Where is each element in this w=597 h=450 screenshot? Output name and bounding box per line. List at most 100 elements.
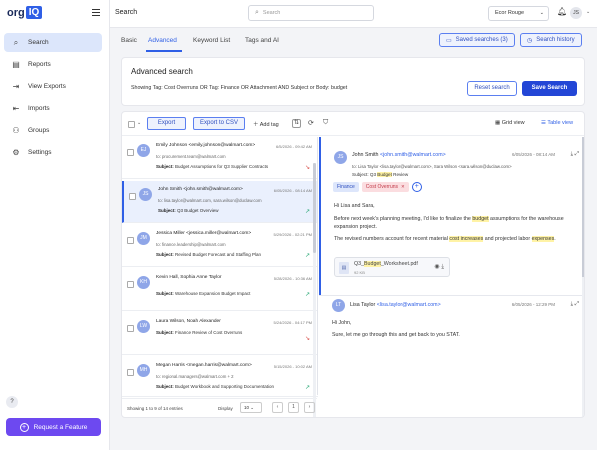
expand-icon[interactable]: ⤢ [575, 151, 579, 157]
trend-up-icon: ↗ [304, 292, 310, 298]
row-checkbox[interactable] [127, 237, 134, 244]
sidebar-item-view-exports[interactable]: ⇥ View Exports [4, 77, 102, 96]
sidebar-item-groups[interactable]: ⚇ Groups [4, 121, 102, 140]
sidebar-item-imports[interactable]: ⇤ Imports [4, 99, 102, 118]
next-page-button[interactable]: › [304, 402, 315, 413]
attachment-name-b: _Worksheet.pdf [380, 261, 418, 267]
reply-from-name: Lisa Taylor [350, 302, 376, 308]
list-item[interactable]: LW Laura Wilson, Noah Alexander 5/24/202… [122, 313, 317, 355]
add-tag-button[interactable]: ＋ Add tag [253, 120, 279, 128]
sidebar-item-reports[interactable]: ▤ Reports [4, 55, 102, 74]
email-from: Megan Harris <megan.harris@walmart.com> [156, 363, 252, 368]
display-label: Display [218, 406, 233, 411]
close-icon[interactable]: ✕ [401, 184, 405, 189]
tag-cost-overruns[interactable]: Cost Overruns ✕ [361, 182, 409, 192]
refresh-icon[interactable]: ⟳ [308, 119, 314, 127]
email-subject: Subject: Budget Workbook and Supporting … [156, 384, 274, 389]
list-item[interactable]: KH Kevin Hall, Sophia Anne Taylor 5/28/2… [122, 269, 317, 311]
prev-page-button[interactable]: ‹ [272, 402, 283, 413]
account-select[interactable]: Ecor Rouge ⌄ [488, 6, 549, 21]
row-checkbox[interactable] [129, 193, 136, 200]
grid-view-toggle[interactable]: ▦ Grid view [495, 120, 525, 126]
list-item[interactable]: MH Megan Harris <megan.harris@walmart.co… [122, 357, 317, 399]
body-paragraph-1: Before next week's planning meeting, I'd… [334, 215, 574, 231]
avatar: JM [137, 232, 150, 245]
row-checkbox[interactable] [127, 325, 134, 332]
trend-up-icon: ↗ [304, 253, 310, 259]
table-view-toggle[interactable]: ☰ Table view [541, 120, 573, 126]
row-checkbox[interactable] [127, 369, 134, 376]
logo-iq: IQ [25, 6, 43, 19]
detail-scroll-thumb[interactable] [582, 137, 584, 277]
download-icon[interactable]: ⤓ [571, 151, 573, 157]
imports-icon: ⇤ [12, 104, 20, 113]
tag-finance[interactable]: Finance [333, 182, 359, 192]
search-tabs: Basic Advanced Keyword List Tags and AI … [110, 33, 597, 52]
list-item-selected[interactable]: JS John Smith <john.smith@walmart.com> 6… [122, 181, 317, 223]
saved-searches-button[interactable]: ▭ Saved searches (3) [439, 33, 515, 47]
eye-icon[interactable]: ◉ [434, 264, 439, 270]
list-item[interactable]: JM Jessica Miller <jessica.miller@walmar… [122, 225, 317, 267]
chevron-down-icon[interactable]: ⌄ [586, 9, 590, 15]
tab-advanced[interactable]: Advanced [148, 37, 177, 44]
row-checkbox[interactable] [127, 149, 134, 156]
p1-text-a: Before next week's planning meeting, I'd… [334, 216, 473, 222]
reset-search-button[interactable]: Reset search [467, 81, 517, 96]
export-csv-button[interactable]: Export to CSV [193, 117, 245, 130]
row-checkbox[interactable] [127, 281, 134, 288]
logo[interactable]: org IQ [7, 6, 43, 19]
global-search-input[interactable]: ⌕ Search [248, 5, 374, 21]
tag-label: Cost Overruns [365, 184, 399, 190]
filter-icon[interactable]: ⛉ [323, 119, 328, 127]
email-from: Emily Johnson <emily.johnson@walmart.com… [156, 143, 256, 148]
display-count-select[interactable]: 10 ⌄ [240, 402, 262, 413]
add-tag-icon[interactable]: + [411, 182, 422, 192]
email-subject: Subject: Revised Budget Forecast and Sta… [156, 252, 261, 257]
detail-subject-suffix: Review [391, 172, 409, 177]
search-history-button[interactable]: ◷ Search history [520, 33, 582, 47]
detail-from-email: <john.smith@walmart.com> [379, 152, 446, 158]
save-search-button[interactable]: Save Search [522, 81, 577, 96]
list-scroll-thumb[interactable] [313, 163, 316, 253]
list-item[interactable]: EJ Emily Johnson <emily.johnson@walmart.… [122, 137, 317, 179]
email-date: 6/05/2026 - 08:14 AM [273, 188, 312, 193]
help-icon[interactable]: ? [6, 396, 18, 408]
email-from: Laura Wilson, Noah Alexander [156, 319, 221, 324]
reply-from-email: <lisa.taylor@walmart.com> [376, 302, 441, 308]
page-number[interactable]: 1 [288, 402, 299, 413]
sort-icon[interactable]: ⇅ [292, 119, 301, 128]
page-title: Search [115, 9, 138, 16]
attachment-name-a: Q3_ [354, 261, 365, 267]
attachment[interactable]: ▤ Q3_Budget_Worksheet.pdf 92 KB ◉ ⤓ [334, 257, 450, 277]
export-button[interactable]: Export [147, 117, 186, 130]
query-summary: Showing Tag: Cost Overruns OR Tag: Finan… [131, 85, 348, 91]
expand-icon[interactable]: ⤢ [575, 301, 579, 307]
tab-keyword-list[interactable]: Keyword List [193, 37, 230, 44]
hamburger-icon[interactable] [92, 9, 100, 18]
history-icon: ◷ [527, 37, 533, 44]
avatar[interactable]: JS [570, 7, 582, 19]
detail-subject: Subject: Q3 Budget Review [352, 172, 408, 177]
sidebar-item-settings[interactable]: ⚙ Settings [4, 143, 102, 162]
account-select-value: Ecor Rouge [495, 10, 525, 16]
email-subject: Subject: Budget Assumptions for Q3 Suppl… [156, 164, 268, 169]
download-icon[interactable]: ⤓ [571, 301, 573, 307]
pagination-footer: Showing 1 to 9 of 14 entries Display 10 … [122, 396, 318, 417]
download-icon[interactable]: ⤓ [441, 264, 444, 270]
email-detail: JS John Smith <john.smith@walmart.com> 6… [319, 137, 584, 417]
search-icon: ⌕ [13, 37, 19, 47]
select-all-checkbox[interactable] [128, 121, 135, 128]
list-scrollbar[interactable] [313, 163, 316, 417]
detail-scrollbar[interactable] [582, 137, 584, 417]
chevron-down-icon[interactable]: ⌄ [137, 120, 141, 126]
tab-tags-and-ai[interactable]: Tags and AI [245, 37, 279, 44]
sidebar-nav: ⌕ Search ▤ Reports ⇥ View Exports ⇤ Impo… [4, 33, 102, 165]
request-feature-button[interactable]: + Request a Feature [6, 418, 101, 436]
display-count-value: 10 [244, 405, 250, 410]
reports-icon: ▤ [12, 60, 20, 69]
p2-text-b: and projected labor [483, 236, 532, 242]
tab-basic[interactable]: Basic [121, 37, 137, 44]
bell-icon[interactable]: 🔔︎ [557, 7, 567, 16]
sidebar-item-search[interactable]: ⌕ Search [4, 33, 102, 52]
detail-subject-highlight: Budget [377, 172, 392, 177]
